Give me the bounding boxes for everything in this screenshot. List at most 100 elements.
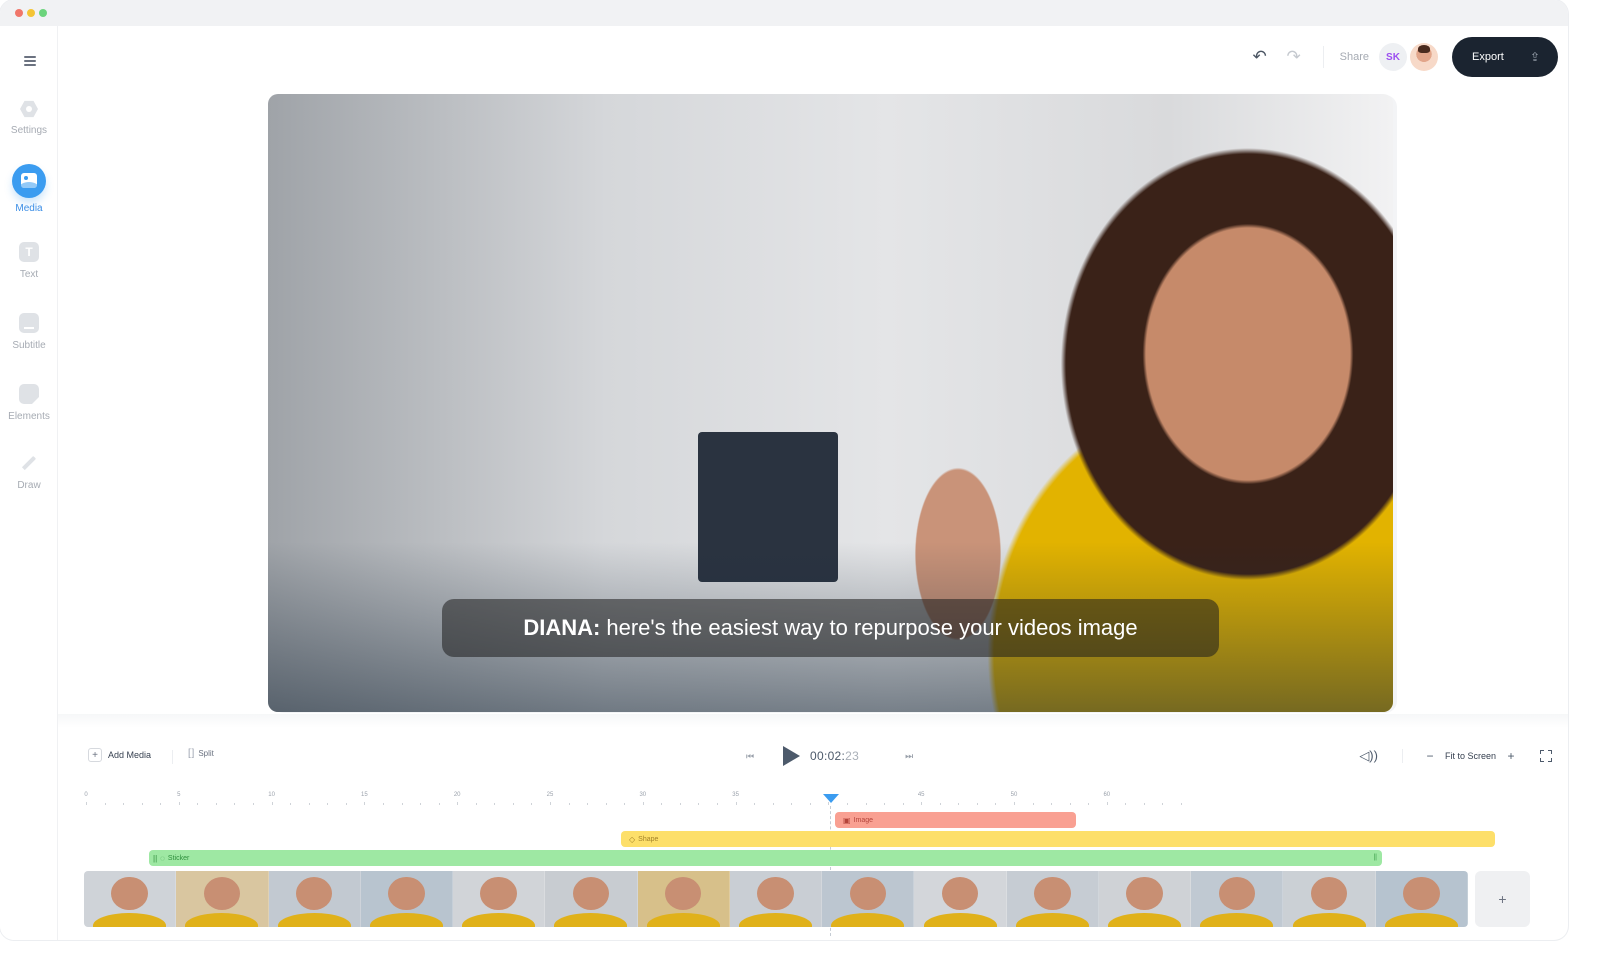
ruler-tick xyxy=(661,803,663,805)
subtitle-text: here's the easiest way to repurpose your… xyxy=(606,615,1138,640)
shape-track-label: Shape xyxy=(638,835,659,843)
playback-controls: ⏮ 00:02:23 ⏭ xyxy=(742,744,917,768)
ruler-tick xyxy=(846,803,848,805)
ruler-tick xyxy=(123,803,125,805)
ruler-tick xyxy=(902,803,904,805)
play-button[interactable] xyxy=(780,744,802,768)
divider xyxy=(172,750,173,764)
ruler-label: 10 xyxy=(268,792,275,798)
sidebar-item-media[interactable]: Media xyxy=(0,164,58,231)
ruler-tick xyxy=(457,802,459,805)
video-preview[interactable]: DIANA: here's the easiest way to repurpo… xyxy=(268,94,1393,712)
undo-icon[interactable]: ↶ xyxy=(1247,44,1273,70)
minimize-window-button[interactable] xyxy=(27,9,35,17)
ruler-tick xyxy=(494,803,496,805)
ruler-tick xyxy=(995,803,997,805)
sidebar-item-subtitle[interactable]: Subtitle xyxy=(0,313,58,373)
add-clip-button[interactable]: + xyxy=(1475,871,1530,927)
sidebar-item-draw[interactable]: Draw xyxy=(0,455,58,515)
sidebar: Settings Media T Text Subtitle Elements … xyxy=(0,26,58,940)
drag-handle-icon[interactable]: || xyxy=(153,854,157,863)
fullscreen-icon[interactable] xyxy=(1540,750,1552,762)
time-frames: 23 xyxy=(845,749,860,763)
ruler-tick xyxy=(1014,802,1015,805)
skip-forward-icon[interactable]: ⏭ xyxy=(901,748,917,764)
ruler-tick xyxy=(587,803,589,805)
add-media-button[interactable]: + Add Media xyxy=(88,748,151,762)
zoom-in-button[interactable]: + xyxy=(1504,749,1518,763)
ruler-tick xyxy=(271,802,273,805)
ruler-tick xyxy=(865,803,867,805)
filmstrip-frame xyxy=(914,871,1007,927)
ruler-tick xyxy=(86,802,87,805)
zoom-out-button[interactable]: − xyxy=(1423,749,1437,763)
ruler-tick xyxy=(1125,803,1127,805)
ruler-tick xyxy=(1106,802,1108,805)
ruler-tick xyxy=(1032,803,1034,805)
ruler-tick xyxy=(1143,803,1145,805)
redo-icon[interactable]: ↷ xyxy=(1281,44,1307,70)
sidebar-item-label: Elements xyxy=(8,411,50,422)
ruler-label: 45 xyxy=(917,792,925,798)
subtitle-caption[interactable]: DIANA: here's the easiest way to repurpo… xyxy=(442,599,1219,657)
image-track-clip[interactable]: ▣ Image xyxy=(835,812,1076,828)
title-bar xyxy=(0,0,1568,26)
current-time: 00:02:23 xyxy=(810,749,859,763)
sticker-track-clip[interactable]: || ◌ Sticker || xyxy=(149,850,1382,866)
filmstrip-frame xyxy=(453,871,546,927)
video-filmstrip[interactable] xyxy=(84,871,1468,927)
timeline-view-controls: ◁)) − Fit to Screen + xyxy=(1359,748,1552,764)
ruler-tick xyxy=(308,803,310,805)
ruler-label: 5 xyxy=(177,792,181,798)
skip-back-icon[interactable]: ⏮ xyxy=(742,748,758,764)
shape-track-clip[interactable]: ◇ Shape xyxy=(621,831,1495,847)
export-button[interactable]: Export ⇪ xyxy=(1452,37,1558,77)
sidebar-item-label: Subtitle xyxy=(12,340,46,351)
resize-handle-icon[interactable]: || xyxy=(1373,854,1377,861)
ruler-tick xyxy=(1069,803,1071,805)
elements-icon xyxy=(19,384,39,404)
image-icon: ▣ xyxy=(843,815,851,825)
ruler-tick xyxy=(809,803,811,805)
filmstrip-frame xyxy=(1098,871,1192,927)
timeline-ruler[interactable]: 0 5 10 15 20 25 30 35 45 50 60 xyxy=(84,792,1486,808)
filmstrip-frame xyxy=(268,871,361,927)
filmstrip-frame xyxy=(822,871,915,927)
maximize-window-button[interactable] xyxy=(39,9,47,17)
sidebar-item-text[interactable]: T Text xyxy=(0,242,58,302)
ruler-tick xyxy=(512,803,514,805)
filmstrip-frame xyxy=(1191,871,1284,927)
ruler-tick xyxy=(976,803,978,805)
ruler-tick xyxy=(1181,803,1183,805)
ruler-tick xyxy=(939,803,941,805)
avatar-photo[interactable] xyxy=(1410,43,1438,71)
volume-icon[interactable]: ◁)) xyxy=(1359,748,1378,764)
filmstrip-frame xyxy=(84,871,177,927)
ruler-tick xyxy=(624,803,626,805)
playhead-handle[interactable] xyxy=(823,794,839,804)
fit-to-screen-button[interactable]: Fit to Screen xyxy=(1445,751,1496,761)
sidebar-item-settings[interactable]: Settings xyxy=(0,100,58,160)
share-button[interactable]: Share xyxy=(1340,51,1369,63)
split-button[interactable]: [ ] Split xyxy=(188,748,214,759)
media-icon xyxy=(12,164,46,198)
avatar[interactable]: SK xyxy=(1379,43,1407,71)
ruler-label: 25 xyxy=(546,792,554,798)
filmstrip-frame xyxy=(1283,871,1376,927)
playhead-icon xyxy=(823,794,839,803)
close-window-button[interactable] xyxy=(15,9,23,17)
ruler-label: 30 xyxy=(639,792,647,798)
ruler-tick xyxy=(921,802,923,805)
ruler-tick xyxy=(698,803,700,805)
ruler-label: 50 xyxy=(1010,792,1018,798)
ruler-label: 35 xyxy=(732,792,739,798)
hamburger-icon[interactable] xyxy=(24,56,36,66)
ruler-tick xyxy=(438,803,440,805)
draw-icon xyxy=(20,455,38,473)
upload-icon: ⇪ xyxy=(1529,50,1540,64)
ruler-tick xyxy=(290,803,292,805)
ruler-tick xyxy=(642,802,644,805)
ruler-tick xyxy=(735,802,737,805)
timeline-toolbar: + Add Media [ ] Split ⏮ 00:02:23 ⏭ ◁)) −… xyxy=(88,746,1552,768)
sidebar-item-elements[interactable]: Elements xyxy=(0,384,58,444)
